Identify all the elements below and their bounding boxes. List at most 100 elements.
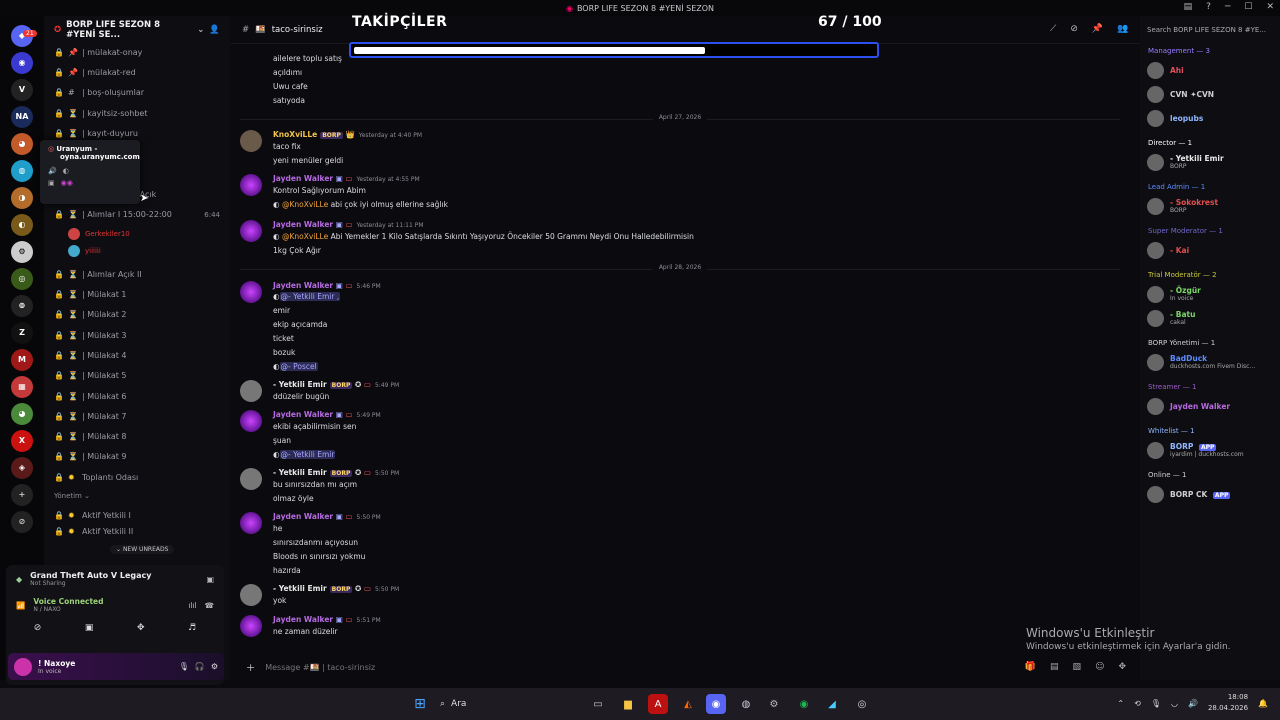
- avatar[interactable]: [14, 657, 32, 676]
- member-item[interactable]: BORP CK APP: [1140, 482, 1280, 506]
- server-icon[interactable]: ◕: [11, 132, 33, 155]
- maximize-button[interactable]: ☐: [1244, 2, 1252, 12]
- server-header[interactable]: ✪ BORP LIFE SEZON 8 #YENİ SE... ⌄ 👤: [44, 16, 230, 44]
- add-server-icon[interactable]: +: [11, 483, 33, 506]
- settings-icon[interactable]: ⚙: [764, 694, 784, 714]
- server-icon[interactable]: ◐: [11, 213, 33, 236]
- disconnect-icon[interactable]: ☎: [205, 601, 214, 610]
- file-explorer-icon[interactable]: ▆: [618, 694, 638, 714]
- voice-user[interactable]: yiiiiii: [44, 242, 230, 259]
- brave-icon[interactable]: ◭: [678, 694, 698, 714]
- server-icon[interactable]: M: [11, 348, 33, 371]
- voice-channel[interactable]: 🔒 ⏳ | Mülakat 7: [44, 406, 230, 426]
- noise-icon[interactable]: ılıl: [188, 601, 196, 610]
- mute-notifications-icon[interactable]: ⊘: [1070, 24, 1078, 34]
- avatar[interactable]: [240, 410, 262, 432]
- author-name[interactable]: Jayden Walker: [273, 615, 333, 624]
- share-screen-icon[interactable]: ▣: [206, 575, 214, 584]
- server-icon[interactable]: ◉: [11, 51, 33, 74]
- voice-channel[interactable]: 🔒 ⏳ | Mülakat 2: [44, 305, 230, 325]
- avatar[interactable]: [240, 174, 262, 196]
- author-name[interactable]: - Yetkili Emir: [273, 584, 327, 593]
- discover-icon[interactable]: ⊘: [11, 510, 33, 533]
- author-name[interactable]: KnoXviLLe: [273, 130, 317, 139]
- server-icon[interactable]: V: [11, 78, 33, 101]
- minimize-button[interactable]: ─: [1225, 2, 1230, 12]
- user-mention[interactable]: @- Poscel: [279, 362, 318, 371]
- screen-share-icon[interactable]: ▣: [85, 623, 94, 633]
- avatar[interactable]: [240, 468, 262, 490]
- activities-icon[interactable]: ✥: [137, 623, 145, 633]
- author-name[interactable]: Jayden Walker: [273, 512, 333, 521]
- voice-channel[interactable]: 🔒 ⏳ | Mülakat 9: [44, 447, 230, 467]
- voice-channel[interactable]: 🔒 ⏳ | Mülakat 5: [44, 366, 230, 386]
- member-item[interactable]: BadDuck duckhosts.com Fivem Disc...: [1140, 350, 1280, 374]
- avatar[interactable]: [240, 130, 262, 152]
- author-name[interactable]: - Yetkili Emir: [273, 468, 327, 477]
- gif-icon[interactable]: ▤: [1050, 662, 1059, 672]
- discord-icon[interactable]: ◉: [706, 694, 726, 714]
- server-icon[interactable]: ⊚: [11, 294, 33, 317]
- voice-channel[interactable]: 🔒 ⏳ | Alımlar Açık II: [44, 264, 230, 284]
- gift-icon[interactable]: 🎁: [1025, 662, 1036, 672]
- voice-channel[interactable]: 🔒 ⏳ | Mülakat 8: [44, 426, 230, 446]
- threads-icon[interactable]: ⟋: [1050, 24, 1056, 34]
- server-icon[interactable]: ◎: [11, 267, 33, 290]
- voice-channel[interactable]: 🔒 ⏳ | Mülakat 4: [44, 345, 230, 365]
- mic-icon[interactable]: 🎙: [1151, 699, 1161, 708]
- channel-item[interactable]: 🔒 📌 | mülakat-onay: [44, 42, 230, 62]
- soundboard-icon[interactable]: ♬: [188, 623, 196, 633]
- server-icon[interactable]: ◕: [11, 402, 33, 425]
- avatar[interactable]: [240, 512, 262, 534]
- voice-channel[interactable]: 🔒 ✹ Aktif Yetkili II: [44, 526, 230, 538]
- avatar[interactable]: [240, 615, 262, 637]
- headphones-icon[interactable]: 🎧: [195, 662, 205, 671]
- avatar[interactable]: [240, 380, 262, 402]
- steam-icon[interactable]: ◍: [736, 694, 756, 714]
- member-item[interactable]: BORP APP iyardim | duckhosts.com: [1140, 438, 1280, 462]
- author-name[interactable]: - Yetkili Emir: [273, 380, 327, 389]
- wifi-icon[interactable]: ◡: [1171, 699, 1178, 708]
- taskview-icon[interactable]: ▭: [588, 694, 608, 714]
- add-attachment-icon[interactable]: +: [246, 661, 255, 674]
- sync-icon[interactable]: ⟲: [1134, 699, 1141, 708]
- server-icon[interactable]: NA: [11, 105, 33, 128]
- add-member-icon[interactable]: 👤: [209, 25, 220, 35]
- search-input[interactable]: Search BORP LIFE SEZON 8 #YE...: [1140, 16, 1280, 44]
- mic-icon[interactable]: 🎙: [179, 662, 189, 671]
- chevron-up-icon[interactable]: ⌃: [1117, 699, 1124, 708]
- new-unreads-pill[interactable]: ⌄ NEW UNREADS: [110, 545, 175, 554]
- avatar[interactable]: [240, 281, 262, 303]
- member-item[interactable]: - Sokokrest BORP: [1140, 194, 1280, 218]
- inbox-icon[interactable]: ▤: [1184, 2, 1193, 12]
- server-icon[interactable]: ◍: [11, 159, 33, 182]
- voice-channel[interactable]: 🔒 ✹ Toplantı Odası: [44, 467, 230, 487]
- start-button[interactable]: ⊞: [410, 694, 430, 714]
- help-icon[interactable]: ?: [1206, 2, 1211, 12]
- volume-icon[interactable]: 🔊: [1188, 699, 1198, 708]
- server-icon[interactable]: Z: [11, 321, 33, 344]
- spotify-icon[interactable]: ◉: [794, 694, 814, 714]
- settings-gear-icon[interactable]: ⚙: [211, 662, 218, 671]
- user-mention[interactable]: @KnoXviLLe: [282, 200, 328, 209]
- avatar[interactable]: [240, 584, 262, 606]
- author-name[interactable]: Jayden Walker: [273, 220, 333, 229]
- members-list-icon[interactable]: 👥: [1117, 24, 1128, 34]
- user-mention[interactable]: @- Yetkili Emir ,: [279, 292, 341, 301]
- clock[interactable]: 18:08 28.04.2026: [1208, 692, 1248, 714]
- emoji-icon[interactable]: ☺: [1095, 662, 1104, 672]
- app-icon[interactable]: A: [648, 694, 668, 714]
- member-item[interactable]: Jayden Walker: [1140, 394, 1280, 418]
- channel-item[interactable]: 🔒 📌 | mülakat-red: [44, 62, 230, 82]
- member-item[interactable]: CVN ✦CVN: [1140, 82, 1280, 106]
- channel-item[interactable]: 🔒 ⏳ | kayitsiz-sohbet: [44, 103, 230, 123]
- apps-icon[interactable]: ✥: [1118, 662, 1126, 672]
- camera-off-icon[interactable]: ⊘: [34, 623, 42, 633]
- taskbar-search[interactable]: ⌕ Ara: [440, 695, 580, 713]
- author-name[interactable]: Jayden Walker: [273, 174, 333, 183]
- voice-channel[interactable]: 🔒 ✹ Aktif Yetkili I: [44, 505, 230, 525]
- server-icon[interactable]: ▦: [11, 375, 33, 398]
- voice-channel[interactable]: 🔒 ⏳ | Mülakat 6: [44, 386, 230, 406]
- app-icon[interactable]: ◢: [822, 694, 842, 714]
- author-name[interactable]: Jayden Walker: [273, 410, 333, 419]
